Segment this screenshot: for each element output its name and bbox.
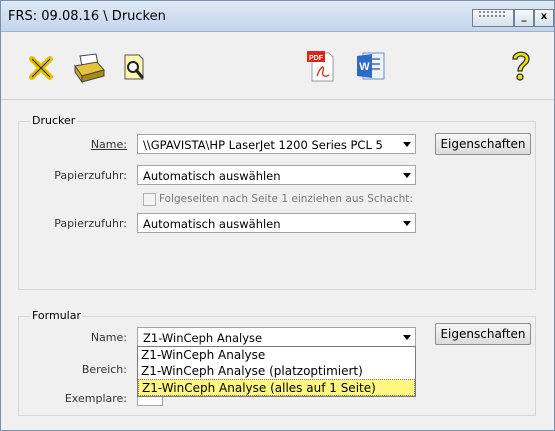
pdf-icon: PDF bbox=[307, 51, 334, 82]
form-name-select[interactable]: Z1-WinCeph Analyse bbox=[137, 327, 416, 347]
pdf-label: PDF bbox=[309, 55, 324, 62]
help-button[interactable] bbox=[501, 44, 541, 88]
pdf-button[interactable]: PDF bbox=[301, 44, 341, 88]
copies-label: Exemplare: bbox=[64, 392, 127, 405]
chevron-down-icon bbox=[399, 166, 415, 184]
word-icon: W bbox=[357, 52, 385, 80]
dropdown-option-selected[interactable]: Z1-WinCeph Analyse (alles auf 1 Seite) bbox=[138, 379, 415, 396]
subsequent-pages-label: Folgeseiten nach Seite 1 einziehen aus S… bbox=[159, 193, 413, 205]
title-bar: FRS: 09.08.16 \ Drucken _ x bbox=[1, 1, 554, 32]
subsequent-pages-checkbox[interactable] bbox=[143, 193, 156, 206]
print-dialog-window: FRS: 09.08.16 \ Drucken _ x PDF W Drucke… bbox=[0, 0, 555, 431]
printer-group-legend: Drucker bbox=[30, 114, 78, 127]
grip-icon bbox=[479, 11, 505, 17]
close-button[interactable]: x bbox=[534, 9, 554, 27]
printer-name-value: \\GPAVISTA\HP LaserJet 1200 Series PCL 5 bbox=[143, 138, 383, 152]
paper-source-select[interactable]: Automatisch auswählen bbox=[137, 165, 416, 185]
preview-button[interactable] bbox=[115, 46, 155, 90]
printer-properties-button[interactable]: Eigenschaften bbox=[435, 133, 531, 155]
print-button[interactable] bbox=[69, 46, 109, 90]
paper-source-2-select[interactable]: Automatisch auswählen bbox=[137, 213, 416, 233]
cancel-icon bbox=[29, 56, 53, 80]
window-title: FRS: 09.08.16 \ Drucken bbox=[8, 9, 166, 24]
printer-name-select[interactable]: \\GPAVISTA\HP LaserJet 1200 Series PCL 5 bbox=[137, 134, 416, 154]
word-label: W bbox=[359, 61, 370, 73]
form-name-dropdown-list[interactable]: Z1-WinCeph Analyse Z1-WinCeph Analyse (p… bbox=[137, 346, 416, 397]
preview-icon bbox=[124, 54, 144, 80]
paper-source-2-label: Papierzufuhr: bbox=[54, 217, 127, 230]
toolbar: PDF W bbox=[1, 32, 554, 100]
cancel-button[interactable] bbox=[21, 46, 61, 90]
dropdown-option[interactable]: Z1-WinCeph Analyse (platzoptimiert) bbox=[138, 363, 415, 379]
form-properties-button[interactable]: Eigenschaften bbox=[435, 323, 531, 345]
chevron-down-icon bbox=[399, 214, 415, 232]
range-label: Bereich: bbox=[81, 363, 127, 376]
paper-source-label: Papierzufuhr: bbox=[54, 169, 127, 182]
toolbar-separator bbox=[1, 99, 554, 100]
dropdown-option[interactable]: Z1-WinCeph Analyse bbox=[138, 347, 415, 363]
print-icon bbox=[74, 53, 105, 84]
printer-name-label: Name: bbox=[61, 138, 127, 151]
minimize-button[interactable]: _ bbox=[514, 9, 534, 27]
form-name-label: Name: bbox=[90, 331, 127, 344]
printer-name-label-text: Name: bbox=[90, 138, 127, 151]
form-group-legend: Formular bbox=[30, 309, 84, 322]
word-button[interactable]: W bbox=[351, 44, 391, 88]
form-name-value: Z1-WinCeph Analyse bbox=[143, 331, 263, 345]
help-icon bbox=[512, 51, 530, 81]
window-menu-button[interactable] bbox=[472, 9, 514, 27]
chevron-down-icon bbox=[399, 135, 415, 153]
paper-source-2-value: Automatisch auswählen bbox=[143, 217, 281, 231]
chevron-down-icon bbox=[399, 328, 415, 346]
paper-source-value: Automatisch auswählen bbox=[143, 169, 281, 183]
